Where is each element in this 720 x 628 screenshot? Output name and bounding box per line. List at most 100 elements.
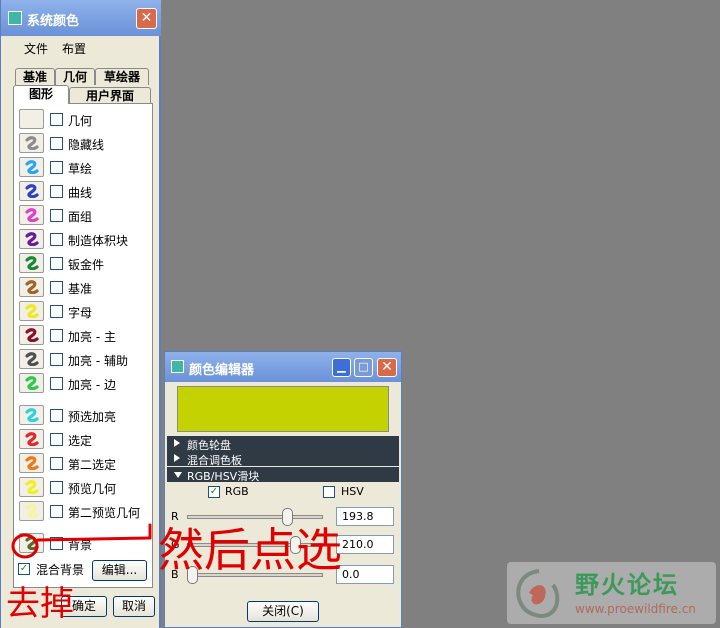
color-row-checkbox[interactable] bbox=[50, 233, 63, 246]
color-row-label: 隐藏线 bbox=[68, 138, 105, 152]
color-swatch-button[interactable] bbox=[19, 405, 44, 425]
color-swatch-button[interactable] bbox=[19, 109, 44, 129]
color-row-checkbox[interactable] bbox=[50, 505, 63, 518]
color-swatch-button[interactable] bbox=[19, 133, 44, 153]
color-row-checkbox[interactable] bbox=[50, 409, 63, 422]
color-sample-icon bbox=[25, 432, 39, 446]
rgb-label: RGB bbox=[225, 485, 249, 498]
tab-sketcher[interactable]: 草绘器 bbox=[95, 68, 149, 85]
slider-value-field[interactable]: 0.0 bbox=[336, 565, 394, 584]
hsv-checkbox[interactable] bbox=[323, 486, 335, 498]
expand-right-icon bbox=[174, 454, 180, 462]
close-icon: ✕ bbox=[381, 359, 393, 375]
color-sample-icon bbox=[25, 136, 39, 150]
color-row-label: 基准 bbox=[68, 282, 93, 296]
slider-thumb[interactable] bbox=[282, 508, 293, 526]
section-color-wheel[interactable]: 颜色轮盘 bbox=[167, 436, 399, 452]
slider-thumb[interactable] bbox=[289, 536, 301, 554]
color-sample-icon bbox=[25, 328, 39, 342]
slider-track[interactable] bbox=[187, 515, 323, 519]
slider-track[interactable] bbox=[187, 543, 323, 547]
color-row-checkbox[interactable] bbox=[50, 113, 63, 126]
tab-user-interface[interactable]: 用户界面 bbox=[69, 87, 151, 104]
close-icon: ✕ bbox=[140, 10, 153, 26]
color-row-label: 面组 bbox=[68, 210, 93, 224]
ok-button[interactable]: 确定 bbox=[61, 596, 107, 617]
close-button[interactable]: ✕ bbox=[136, 8, 157, 29]
tab-graphics[interactable]: 图形 bbox=[13, 85, 69, 104]
color-row-checkbox[interactable] bbox=[50, 537, 63, 550]
color-row-checkbox[interactable] bbox=[50, 257, 63, 270]
color-swatch-button[interactable] bbox=[19, 229, 44, 249]
menu-layout[interactable]: 布置 bbox=[62, 40, 86, 57]
color-swatch-button[interactable] bbox=[19, 205, 44, 225]
slider-value-field[interactable]: 193.8 bbox=[336, 507, 394, 526]
color-sample-icon bbox=[25, 536, 39, 550]
color-row-checkbox[interactable] bbox=[50, 305, 63, 318]
color-swatch-button[interactable] bbox=[19, 301, 44, 321]
color-row-checkbox[interactable] bbox=[50, 481, 63, 494]
close-dialog-button[interactable]: 关闭(C) bbox=[247, 601, 319, 622]
minimize-button[interactable]: ▁ bbox=[332, 358, 351, 377]
system-colors-window: 系统颜色 ✕ 文件 布置 基准 几何 草绘器 图形 用户界面 几何 隐藏线 草绘 曲线… bbox=[0, 0, 161, 628]
rgb-checkbox[interactable]: ✓ bbox=[208, 486, 220, 498]
window-title: 颜色编辑器 bbox=[189, 363, 255, 378]
slider-thumb[interactable] bbox=[187, 566, 198, 584]
color-row-checkbox[interactable] bbox=[50, 185, 63, 198]
title-bar[interactable]: 颜色编辑器 ▁ □ ✕ bbox=[165, 352, 401, 382]
color-row-checkbox[interactable] bbox=[50, 353, 63, 366]
color-sample-icon bbox=[25, 184, 39, 198]
tab-geometry[interactable]: 几何 bbox=[55, 68, 95, 85]
color-row-label: 选定 bbox=[68, 434, 93, 448]
watermark-url: www.proewildfire.cn bbox=[575, 602, 696, 616]
color-swatch-button[interactable] bbox=[19, 157, 44, 177]
color-row-checkbox[interactable] bbox=[50, 281, 63, 294]
section-blend-palette[interactable]: 混合调色板 bbox=[167, 451, 399, 467]
hsv-label: HSV bbox=[341, 485, 364, 498]
check-icon: ✓ bbox=[19, 563, 29, 574]
color-row-checkbox[interactable] bbox=[50, 377, 63, 390]
cancel-button[interactable]: 取消 bbox=[113, 596, 155, 617]
color-swatch-button[interactable] bbox=[19, 373, 44, 393]
color-row-label: 加亮 - 边 bbox=[68, 378, 116, 392]
menu-file[interactable]: 文件 bbox=[24, 40, 48, 57]
slider-label: B bbox=[171, 568, 179, 581]
color-row-checkbox[interactable] bbox=[50, 457, 63, 470]
close-button[interactable]: ✕ bbox=[377, 358, 397, 377]
color-row-label: 第二选定 bbox=[68, 458, 117, 472]
color-sample-icon bbox=[25, 480, 39, 494]
blend-background-checkbox[interactable]: ✓ bbox=[18, 563, 30, 575]
color-swatch-button[interactable] bbox=[19, 453, 44, 473]
color-swatch-button[interactable] bbox=[19, 349, 44, 369]
color-swatch-button[interactable] bbox=[19, 253, 44, 273]
minimize-icon: ▁ bbox=[337, 360, 346, 373]
color-swatch-button[interactable] bbox=[19, 533, 44, 553]
maximize-button[interactable]: □ bbox=[354, 358, 373, 377]
slider-track[interactable] bbox=[187, 573, 323, 577]
color-row-label: 几何 bbox=[68, 114, 93, 128]
color-row-checkbox[interactable] bbox=[50, 433, 63, 446]
color-sample-icon bbox=[25, 256, 39, 270]
color-swatch-button[interactable] bbox=[19, 429, 44, 449]
section-label: 混合调色板 bbox=[187, 454, 242, 467]
color-row-checkbox[interactable] bbox=[50, 137, 63, 150]
color-swatch-button[interactable] bbox=[19, 501, 44, 521]
color-row-label: 草绘 bbox=[68, 162, 93, 176]
color-sample-icon bbox=[25, 408, 39, 422]
blend-background-label: 混合背景 bbox=[36, 563, 85, 577]
color-row-checkbox[interactable] bbox=[50, 161, 63, 174]
tab-datum[interactable]: 基准 bbox=[15, 68, 55, 85]
color-sample-icon bbox=[25, 504, 39, 518]
app-icon bbox=[8, 11, 22, 25]
edit-button[interactable]: 编辑... bbox=[92, 560, 147, 581]
color-swatch-button[interactable] bbox=[19, 477, 44, 497]
slider-value-field[interactable]: 210.0 bbox=[336, 535, 394, 554]
color-row-checkbox[interactable] bbox=[50, 209, 63, 222]
color-row-checkbox[interactable] bbox=[50, 329, 63, 342]
section-rgb-hsv-sliders[interactable]: RGB/HSV滑块 bbox=[167, 467, 399, 483]
color-swatch-button[interactable] bbox=[19, 181, 44, 201]
color-sample-icon bbox=[25, 304, 39, 318]
color-swatch-button[interactable] bbox=[19, 325, 44, 345]
color-swatch-button[interactable] bbox=[19, 277, 44, 297]
title-bar[interactable]: 系统颜色 ✕ bbox=[1, 0, 161, 36]
